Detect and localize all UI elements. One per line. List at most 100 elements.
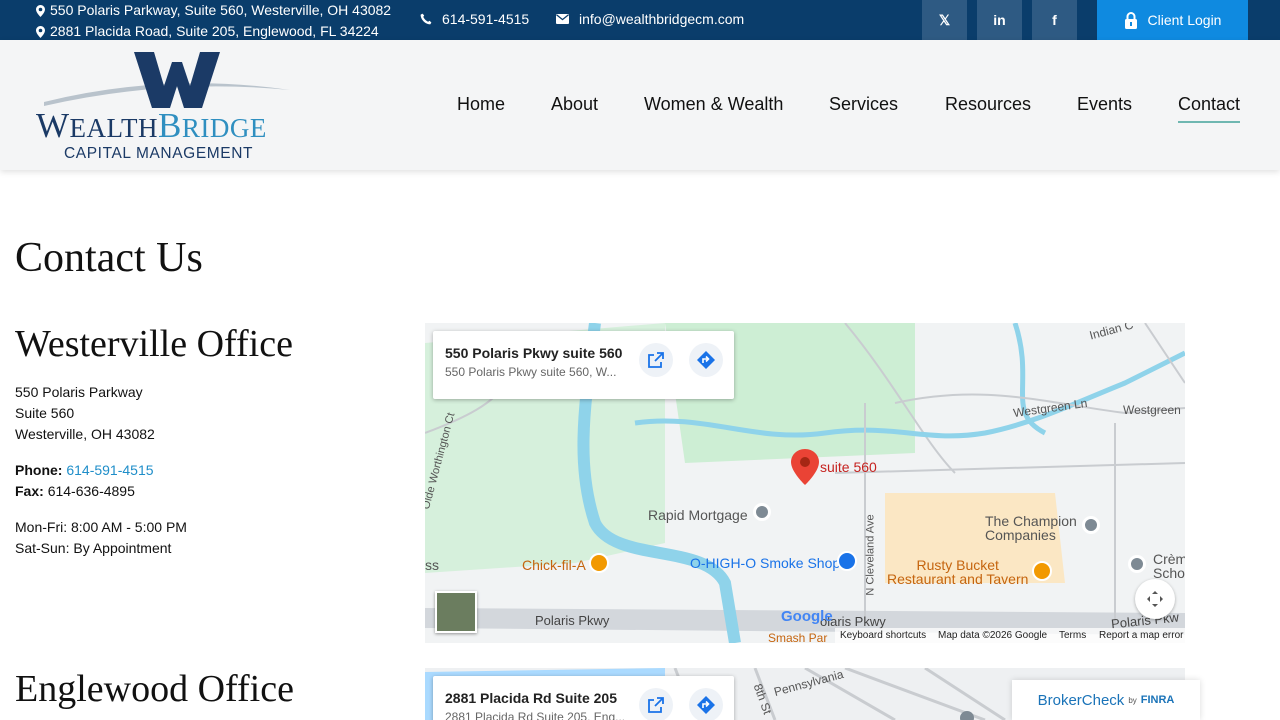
topbar-email-text: info@wealthbridgecm.com (579, 11, 745, 27)
creme-line-2: Scho (1153, 565, 1185, 581)
westerville-phones: Phone: 614-591-4515 Fax: 614-636-4895 (15, 460, 154, 502)
topbar-phone[interactable]: 614-591-4515 (420, 11, 529, 27)
external-link-icon (648, 352, 664, 368)
map-pin-label: suite 560 (820, 459, 877, 475)
map-place-rusty-bucket[interactable]: Rusty Bucket Restaurant and Tavern (887, 558, 1028, 586)
nav-about[interactable]: About (551, 94, 598, 115)
address-westerville[interactable]: 550 Polaris Parkway, Suite 560, Westervi… (36, 0, 391, 21)
champion-line-1: The Champion (985, 513, 1077, 529)
nav-events[interactable]: Events (1077, 94, 1132, 115)
road-westgreen-2: Westgreen (1123, 403, 1181, 417)
restaurant-icon (1032, 561, 1052, 581)
westerville-street: 550 Polaris Parkway (15, 384, 143, 400)
map-place-creme[interactable]: Crèm Scho (1153, 552, 1185, 580)
westerville-hours: Mon-Fri: 8:00 AM - 5:00 PM Sat-Sun: By A… (15, 517, 187, 559)
map-place-card: 550 Polaris Pkwy suite 560 550 Polaris P… (433, 331, 734, 399)
place-marker-icon (1128, 555, 1146, 573)
satellite-toggle-button[interactable] (435, 591, 477, 633)
directions-icon (697, 696, 715, 714)
road-polaris: Polaris Pkwy (535, 613, 610, 628)
keyboard-shortcuts-link[interactable]: Keyboard shortcuts (840, 630, 926, 641)
map-card-title: 550 Polaris Pkwy suite 560 (445, 345, 623, 361)
nav-services[interactable]: Services (829, 94, 898, 115)
westerville-address: 550 Polaris Parkway Suite 560 Westervill… (15, 382, 155, 445)
lock-icon (1124, 11, 1137, 29)
address-westerville-text: 550 Polaris Parkway, Suite 560, Westervi… (50, 2, 392, 18)
champion-line-2: Companies (985, 527, 1056, 543)
brokercheck-badge[interactable]: BrokerCheck by FINRA (1012, 680, 1200, 720)
office-addresses: 550 Polaris Parkway, Suite 560, Westervi… (36, 0, 391, 42)
directions-icon (697, 351, 715, 369)
directions-button[interactable] (689, 343, 723, 377)
westerville-phone-link[interactable]: 614-591-4515 (66, 462, 153, 478)
envelope-icon (556, 14, 569, 24)
fullscreen-button[interactable] (1135, 579, 1175, 619)
restaurant-icon (589, 553, 609, 573)
creme-line-1: Crèm (1153, 551, 1185, 567)
map-pin-icon (36, 4, 45, 17)
directions-button[interactable] (689, 688, 723, 720)
external-link-icon (648, 697, 664, 713)
westerville-city: Westerville, OH 43082 (15, 426, 155, 442)
client-login-button[interactable]: Client Login (1097, 0, 1248, 40)
map-card-subtitle: 550 Polaris Pkwy suite 560, W... (445, 365, 617, 379)
location-pin-icon[interactable] (791, 449, 819, 485)
map-data-text: Map data ©2026 Google (938, 630, 1048, 641)
client-login-label: Client Login (1147, 12, 1222, 28)
page-title: Contact Us (15, 235, 203, 281)
report-error-link[interactable]: Report a map error (1099, 630, 1183, 641)
topbar-email[interactable]: info@wealthbridgecm.com (556, 11, 744, 27)
x-social-button[interactable]: 𝕏 (922, 0, 967, 40)
open-in-maps-button[interactable] (639, 343, 673, 377)
open-in-maps-button[interactable] (639, 688, 673, 720)
rusty-line-2: Restaurant and Tavern (887, 571, 1029, 587)
facebook-icon: f (1052, 12, 1057, 28)
address-englewood-text: 2881 Placida Road, Suite 205, Englewood,… (50, 23, 379, 39)
englewood-card-subtitle: 2881 Placida Rd Suite 205, Eng... (445, 710, 626, 720)
address-englewood[interactable]: 2881 Placida Road, Suite 205, Englewood,… (36, 21, 391, 42)
expand-icon (1147, 591, 1163, 607)
top-bar: 550 Polaris Parkway, Suite 560, Westervi… (0, 0, 1280, 40)
wealthbridge-logo[interactable]: WEALTHBRIDGE CAPITAL MANAGEMENT (36, 50, 296, 162)
place-marker-icon (1082, 516, 1100, 534)
englewood-place-card: 2881 Placida Rd Suite 205 2881 Placida R… (433, 676, 734, 720)
phone-icon (420, 13, 432, 25)
road-cleveland: N Cleveland Ave (864, 514, 877, 596)
englewood-heading: Englewood Office (15, 668, 294, 710)
svg-text:CAPITAL MANAGEMENT: CAPITAL MANAGEMENT (64, 145, 253, 162)
map-place-smash: Smash Par (768, 631, 828, 643)
nav-contact[interactable]: Contact (1178, 94, 1241, 123)
topbar-phone-text: 614-591-4515 (442, 11, 530, 27)
westerville-suite: Suite 560 (15, 405, 75, 421)
facebook-social-button[interactable]: f (1032, 0, 1077, 40)
map-place-ss: ss (425, 557, 439, 573)
map-place-rapid-mortgage[interactable]: Rapid Mortgage (648, 507, 748, 523)
westerville-heading: Westerville Office (15, 323, 293, 365)
place-marker-icon (753, 503, 771, 521)
fax-label: Fax: (15, 483, 44, 499)
hours-weekend: Sat-Sun: By Appointment (15, 540, 172, 556)
map-pin-icon (36, 25, 45, 38)
hours-weekday: Mon-Fri: 8:00 AM - 5:00 PM (15, 519, 187, 535)
linkedin-social-button[interactable]: in (977, 0, 1022, 40)
terms-link[interactable]: Terms (1059, 630, 1086, 641)
map-place-smoke-shop[interactable]: O-HIGH-O Smoke Shop (690, 555, 840, 571)
rusty-line-1: Rusty Bucket (916, 557, 999, 573)
site-header: WEALTHBRIDGE CAPITAL MANAGEMENT Home Abo… (0, 40, 1280, 170)
finra-logo: FINRA (1140, 694, 1175, 706)
nav-women-wealth[interactable]: Women & Wealth (644, 94, 783, 115)
englewood-card-title: 2881 Placida Rd Suite 205 (445, 690, 617, 706)
westerville-map[interactable]: 550 Polaris Pkwy suite 560 550 Polaris P… (425, 323, 1185, 643)
nav-home[interactable]: Home (457, 94, 505, 115)
svg-text:WEALTHBRIDGE: WEALTHBRIDGE (36, 106, 267, 145)
x-icon: 𝕏 (938, 11, 951, 28)
phone-label: Phone: (15, 462, 63, 478)
linkedin-icon: in (993, 12, 1006, 28)
map-place-champion[interactable]: The Champion Companies (985, 514, 1077, 542)
map-place-chickfila[interactable]: Chick-fil-A (522, 557, 586, 573)
shopping-icon (837, 551, 857, 571)
brokercheck-brand: BrokerCheck (1037, 691, 1125, 709)
westerville-fax: 614-636-4895 (47, 483, 135, 499)
nav-resources[interactable]: Resources (945, 94, 1031, 115)
google-logo: Google (781, 608, 833, 625)
